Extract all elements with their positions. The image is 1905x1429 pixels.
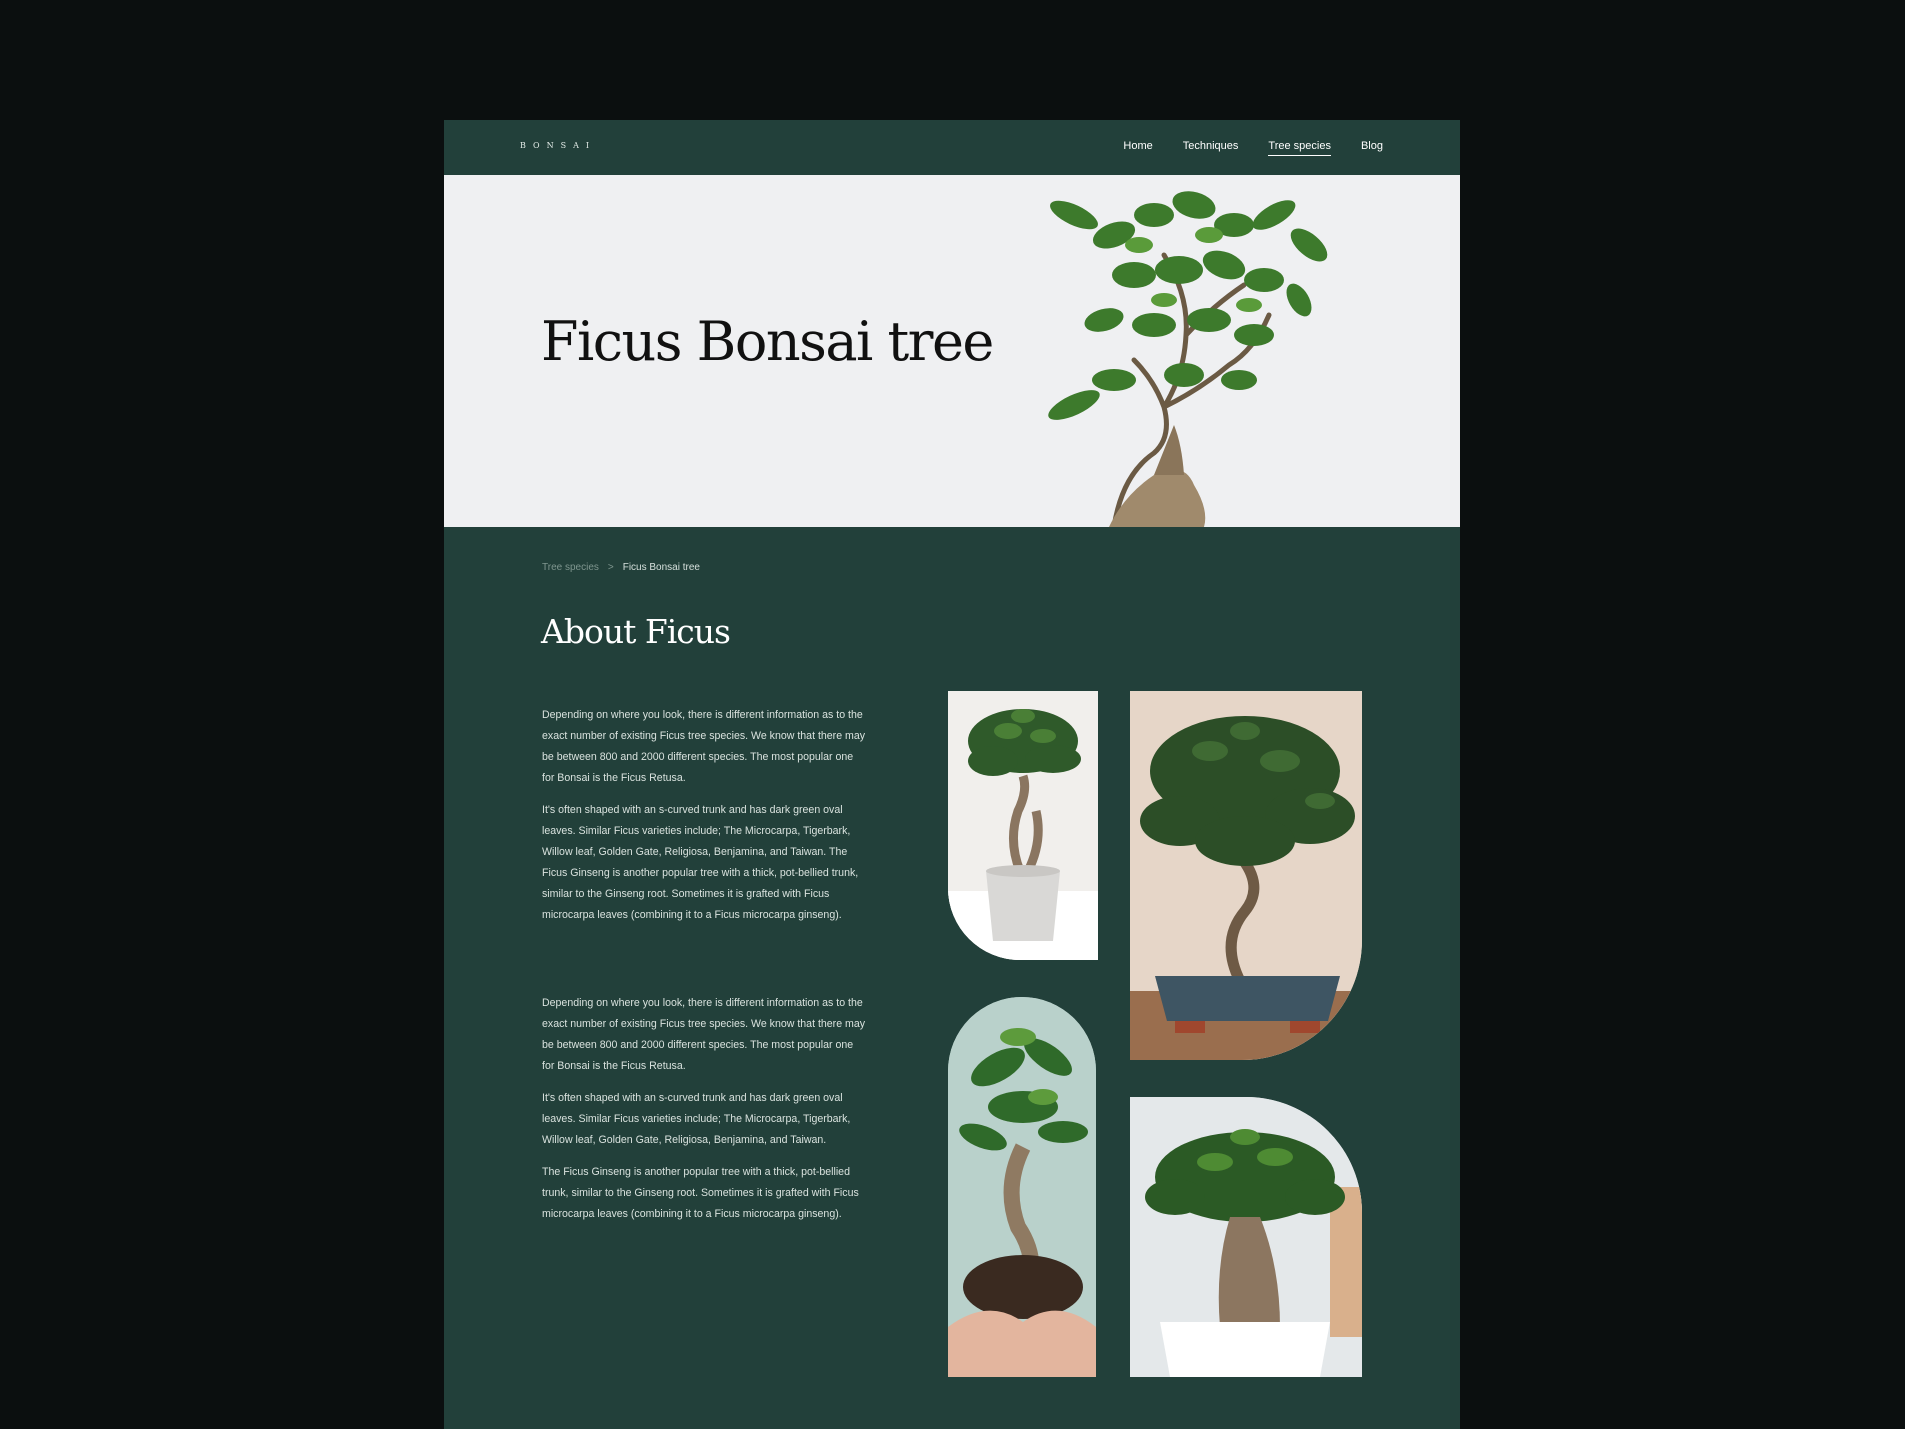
nav-links: Home Techniques Tree species Blog	[1123, 140, 1383, 156]
about-title: About Ficus	[541, 612, 731, 651]
bonsai-photo-ginseng	[1130, 1097, 1362, 1377]
about-paragraph: It's often shaped with an s-curved trunk…	[542, 804, 859, 921]
nav-item-techniques[interactable]: Techniques	[1183, 140, 1239, 156]
breadcrumb: Tree species > Ficus Bonsai tree	[542, 562, 700, 573]
nav-item-blog[interactable]: Blog	[1361, 140, 1383, 156]
bonsai-photo-blue-tray	[1130, 691, 1362, 1060]
nav-item-home[interactable]: Home	[1123, 140, 1152, 156]
brand-logo[interactable]: BONSAI	[520, 141, 596, 150]
breadcrumb-separator: >	[607, 562, 614, 573]
about-paragraph: The Ficus Ginseng is another popular tre…	[542, 1166, 859, 1220]
page-frame: BONSAI Home Techniques Tree species Blog…	[444, 120, 1460, 1429]
bonsai-photo-hands-roots	[948, 997, 1096, 1377]
bonsai-photo-white-pot	[948, 691, 1098, 960]
about-paragraph: Depending on where you look, there is di…	[542, 997, 866, 1072]
bonsai-hero-image	[1048, 191, 1328, 527]
about-paragraph: Depending on where you look, there is di…	[542, 709, 866, 784]
hero-banner: Ficus Bonsai tree	[444, 175, 1460, 527]
top-navigation: BONSAI Home Techniques Tree species Blog	[444, 120, 1460, 175]
breadcrumb-parent-link[interactable]: Tree species	[542, 562, 599, 573]
nav-item-tree-species[interactable]: Tree species	[1268, 140, 1331, 156]
hero-title: Ficus Bonsai tree	[541, 310, 994, 373]
breadcrumb-current: Ficus Bonsai tree	[622, 562, 700, 573]
about-paragraph: It's often shaped with an s-curved trunk…	[542, 1092, 851, 1146]
